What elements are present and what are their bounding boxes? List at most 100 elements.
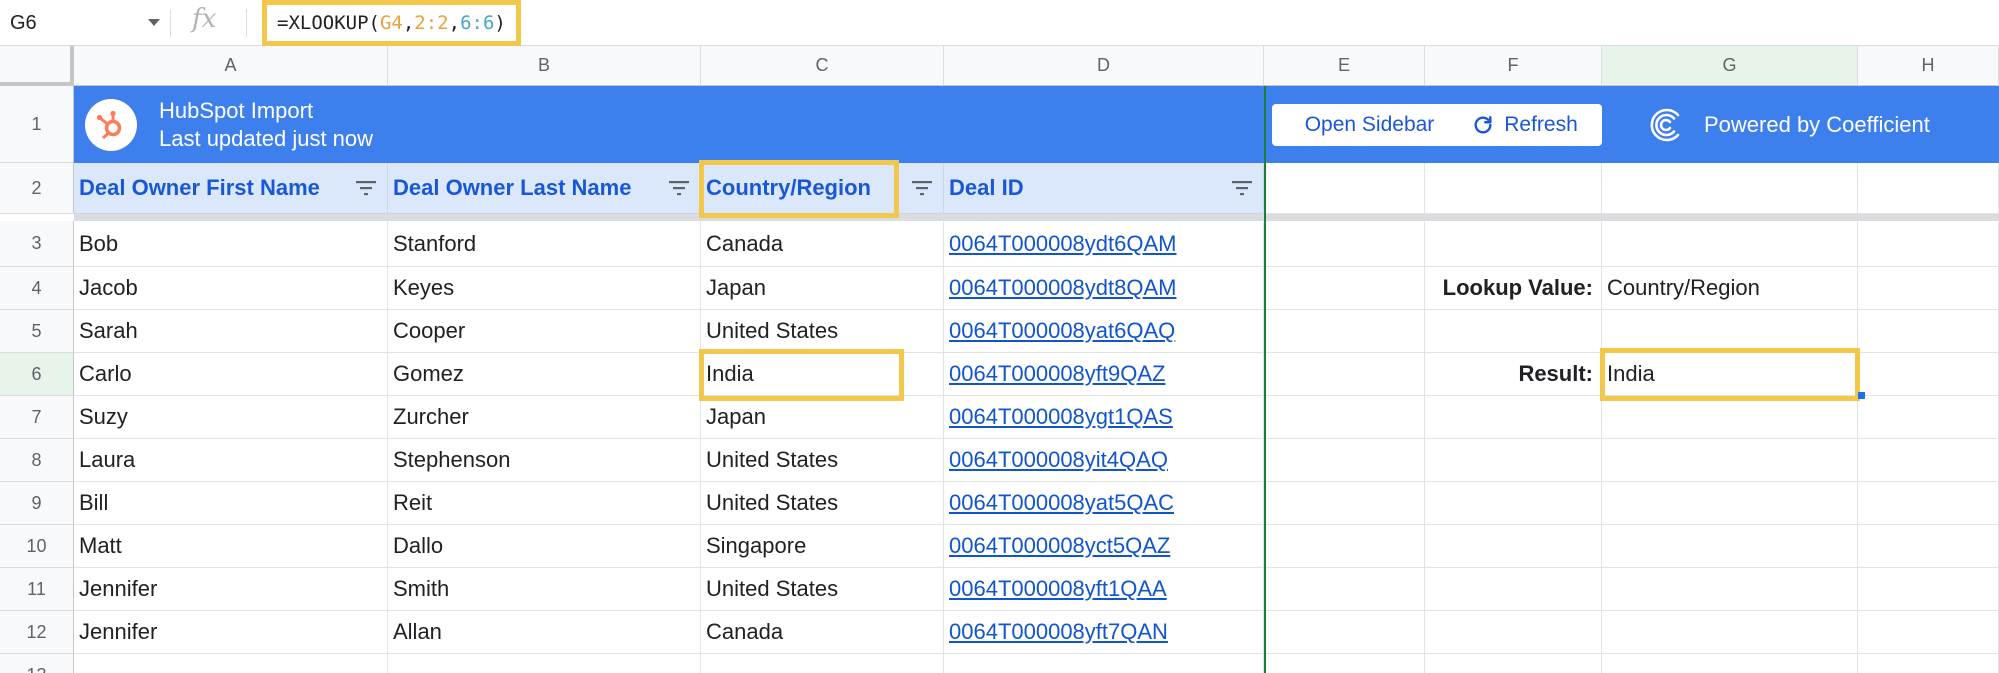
result-label[interactable]: Result: bbox=[1425, 353, 1602, 396]
row-header-10[interactable]: 10 bbox=[0, 525, 74, 568]
cell-b4[interactable]: Keyes bbox=[388, 267, 701, 310]
cell-c13[interactable] bbox=[701, 654, 944, 673]
cell-c8[interactable]: United States bbox=[701, 439, 944, 482]
cell-c6[interactable]: India bbox=[701, 353, 944, 396]
cell-h2[interactable] bbox=[1858, 163, 1999, 214]
cell-c9[interactable]: United States bbox=[701, 482, 944, 525]
cell-e9[interactable] bbox=[1264, 482, 1425, 525]
cell-h13[interactable] bbox=[1858, 654, 1999, 673]
cell-e3[interactable] bbox=[1264, 221, 1425, 267]
cell-f11[interactable] bbox=[1425, 568, 1602, 611]
cell-d4[interactable]: 0064T000008ydt8QAM bbox=[944, 267, 1264, 310]
cell-c4[interactable]: Japan bbox=[701, 267, 944, 310]
lookup-value-cell[interactable]: Country/Region bbox=[1602, 267, 1858, 310]
cell-a3[interactable]: Bob bbox=[74, 221, 388, 267]
cell-h12[interactable] bbox=[1858, 611, 1999, 654]
cell-g12[interactable] bbox=[1602, 611, 1858, 654]
selection-fill-handle[interactable] bbox=[1858, 392, 1865, 399]
cell-g9[interactable] bbox=[1602, 482, 1858, 525]
cell-b5[interactable]: Cooper bbox=[388, 310, 701, 353]
cell-d6[interactable]: 0064T000008yft9QAZ bbox=[944, 353, 1264, 396]
cell-c11[interactable]: United States bbox=[701, 568, 944, 611]
cell-b7[interactable]: Zurcher bbox=[388, 396, 701, 439]
row-header-5[interactable]: 5 bbox=[0, 310, 74, 353]
cell-d8[interactable]: 0064T000008yit4QAQ bbox=[944, 439, 1264, 482]
cell-f9[interactable] bbox=[1425, 482, 1602, 525]
cell-g5[interactable] bbox=[1602, 310, 1858, 353]
cell-a7[interactable]: Suzy bbox=[74, 396, 388, 439]
cell-f12[interactable] bbox=[1425, 611, 1602, 654]
cell-h9[interactable] bbox=[1858, 482, 1999, 525]
cell-b13[interactable] bbox=[388, 654, 701, 673]
cell-d12[interactable]: 0064T000008yft7QAN bbox=[944, 611, 1264, 654]
cell-e7[interactable] bbox=[1264, 396, 1425, 439]
row-header-7[interactable]: 7 bbox=[0, 396, 74, 439]
row-header-3[interactable]: 3 bbox=[0, 221, 74, 267]
lookup-value-label[interactable]: Lookup Value: bbox=[1425, 267, 1602, 310]
cell-f10[interactable] bbox=[1425, 525, 1602, 568]
filter-icon[interactable] bbox=[1231, 180, 1253, 196]
cell-c10[interactable]: Singapore bbox=[701, 525, 944, 568]
cell-h3[interactable] bbox=[1858, 221, 1999, 267]
cell-h7[interactable] bbox=[1858, 396, 1999, 439]
column-header-h[interactable]: H bbox=[1858, 46, 1999, 86]
cell-a5[interactable]: Sarah bbox=[74, 310, 388, 353]
cell-e11[interactable] bbox=[1264, 568, 1425, 611]
cell-h5[interactable] bbox=[1858, 310, 1999, 353]
cell-d13[interactable] bbox=[944, 654, 1264, 673]
cell-e4[interactable] bbox=[1264, 267, 1425, 310]
row-header-8[interactable]: 8 bbox=[0, 439, 74, 482]
cell-c3[interactable]: Canada bbox=[701, 221, 944, 267]
result-cell[interactable]: India bbox=[1602, 353, 1858, 396]
cell-d5[interactable]: 0064T000008yat6QAQ bbox=[944, 310, 1264, 353]
column-header-c[interactable]: C bbox=[701, 46, 944, 86]
select-all-corner[interactable] bbox=[0, 46, 74, 86]
open-sidebar-button[interactable]: Open Sidebar bbox=[1272, 104, 1467, 146]
row-header-2[interactable]: 2 bbox=[0, 163, 74, 214]
cell-d11[interactable]: 0064T000008yft1QAA bbox=[944, 568, 1264, 611]
cell-f8[interactable] bbox=[1425, 439, 1602, 482]
row-header-4[interactable]: 4 bbox=[0, 267, 74, 310]
formula-input[interactable]: =XLOOKUP(G4, 2:2, 6:6) bbox=[262, 0, 521, 46]
refresh-button[interactable]: Refresh bbox=[1448, 104, 1602, 146]
cell-h4[interactable] bbox=[1858, 267, 1999, 310]
filter-icon[interactable] bbox=[668, 180, 690, 196]
column-header-g[interactable]: G bbox=[1602, 46, 1858, 86]
cell-g3[interactable] bbox=[1602, 221, 1858, 267]
cell-g13[interactable] bbox=[1602, 654, 1858, 673]
filter-icon[interactable] bbox=[911, 180, 933, 196]
cell-e13[interactable] bbox=[1264, 654, 1425, 673]
cell-b8[interactable]: Stephenson bbox=[388, 439, 701, 482]
cell-f2[interactable] bbox=[1425, 163, 1602, 214]
cell-a13[interactable] bbox=[74, 654, 388, 673]
cell-e5[interactable] bbox=[1264, 310, 1425, 353]
column-header-a[interactable]: A bbox=[74, 46, 388, 86]
cell-b6[interactable]: Gomez bbox=[388, 353, 701, 396]
cell-h11[interactable] bbox=[1858, 568, 1999, 611]
cell-d9[interactable]: 0064T000008yat5QAC bbox=[944, 482, 1264, 525]
cell-e12[interactable] bbox=[1264, 611, 1425, 654]
cell-g7[interactable] bbox=[1602, 396, 1858, 439]
cell-a6[interactable]: Carlo bbox=[74, 353, 388, 396]
cell-d10[interactable]: 0064T000008yct5QAZ bbox=[944, 525, 1264, 568]
cell-f7[interactable] bbox=[1425, 396, 1602, 439]
header-deal-owner-last-name[interactable]: Deal Owner Last Name bbox=[388, 163, 701, 214]
cell-h6[interactable] bbox=[1858, 353, 1999, 396]
cell-d3[interactable]: 0064T000008ydt6QAM bbox=[944, 221, 1264, 267]
cell-h8[interactable] bbox=[1858, 439, 1999, 482]
column-header-e[interactable]: E bbox=[1264, 46, 1425, 86]
row-header-13[interactable]: 13 bbox=[0, 654, 74, 673]
cell-b10[interactable]: Dallo bbox=[388, 525, 701, 568]
header-deal-owner-first-name[interactable]: Deal Owner First Name bbox=[74, 163, 388, 214]
cell-c7[interactable]: Japan bbox=[701, 396, 944, 439]
column-header-f[interactable]: F bbox=[1425, 46, 1602, 86]
row-header-11[interactable]: 11 bbox=[0, 568, 74, 611]
cell-b11[interactable]: Smith bbox=[388, 568, 701, 611]
cell-a11[interactable]: Jennifer bbox=[74, 568, 388, 611]
cell-g2[interactable] bbox=[1602, 163, 1858, 214]
row-header-9[interactable]: 9 bbox=[0, 482, 74, 525]
cell-b3[interactable]: Stanford bbox=[388, 221, 701, 267]
cell-c12[interactable]: Canada bbox=[701, 611, 944, 654]
cell-a8[interactable]: Laura bbox=[74, 439, 388, 482]
frozen-rows-divider[interactable] bbox=[74, 214, 1999, 221]
